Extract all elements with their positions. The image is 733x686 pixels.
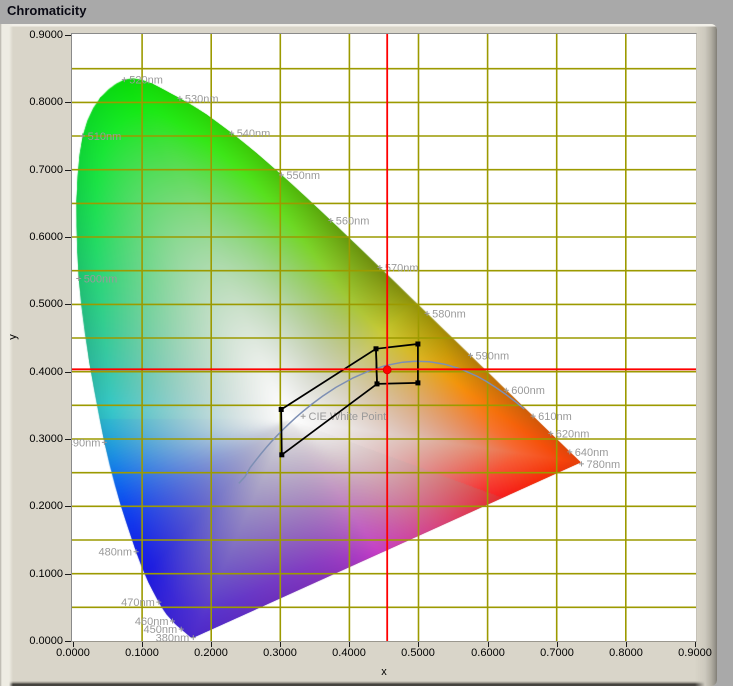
svg-text:490nm: 490nm	[72, 437, 100, 449]
svg-text:570nm: 570nm	[385, 263, 419, 275]
svg-text:620nm: 620nm	[556, 428, 590, 440]
svg-text:640nm: 640nm	[575, 447, 609, 459]
svg-text:520nm: 520nm	[129, 75, 163, 87]
svg-text:580nm: 580nm	[432, 308, 466, 320]
svg-text:500nm: 500nm	[84, 274, 118, 286]
svg-text:590nm: 590nm	[476, 350, 510, 362]
svg-text:540nm: 540nm	[237, 128, 271, 140]
svg-text:460nm: 460nm	[135, 616, 169, 628]
svg-text:530nm: 530nm	[185, 93, 219, 105]
svg-text:610nm: 610nm	[538, 411, 572, 423]
svg-text:470nm: 470nm	[121, 597, 155, 609]
svg-text:550nm: 550nm	[286, 170, 320, 182]
svg-text:CIE White Point: CIE White Point	[309, 411, 387, 423]
svg-text:600nm: 600nm	[511, 385, 545, 397]
svg-text:480nm: 480nm	[98, 547, 132, 559]
svg-text:510nm: 510nm	[88, 131, 122, 143]
svg-text:560nm: 560nm	[336, 216, 370, 228]
svg-text:780nm: 780nm	[587, 459, 621, 471]
